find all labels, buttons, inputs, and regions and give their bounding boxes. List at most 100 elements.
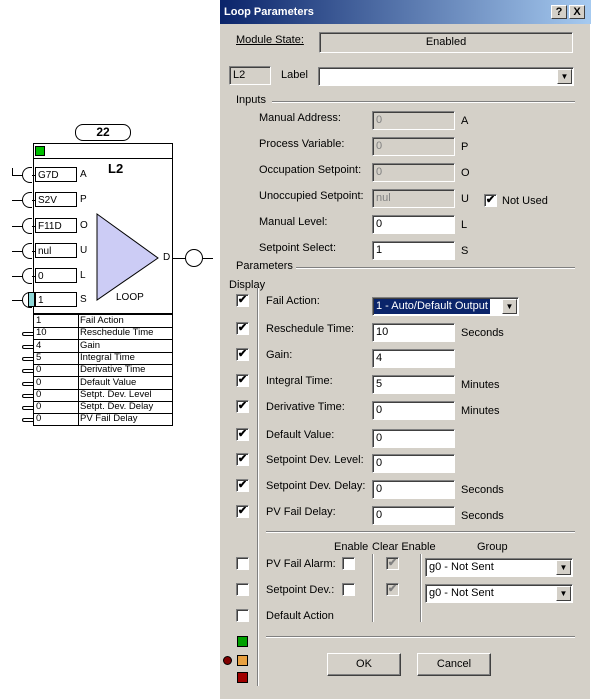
close-icon: X — [573, 6, 581, 18]
marker-dot-icon — [223, 656, 232, 665]
block-number-tag: 22 — [75, 124, 131, 141]
button-section-line — [266, 636, 575, 638]
param-list-value: 0 — [36, 388, 42, 400]
input-wire-cap — [22, 192, 32, 208]
block-type-label: LOOP — [116, 292, 144, 303]
input-label: Unoccupied Setpoint: — [259, 190, 364, 202]
param-list-row[interactable]: 0 Setpt. Dev. Delay — [33, 401, 172, 413]
block-number: 22 — [96, 125, 110, 139]
output-connector[interactable] — [185, 249, 203, 267]
check-icon: ✔ — [237, 322, 248, 334]
param-list-row[interactable]: 0 Derivative Time — [33, 364, 172, 376]
param-list-colsep — [78, 315, 79, 327]
alarm-display-checkbox[interactable] — [236, 557, 249, 570]
param-display-checkbox[interactable]: ✔ — [236, 322, 249, 335]
param-list-row[interactable]: 1 Fail Action — [33, 315, 172, 327]
inputs-group-line — [272, 101, 575, 103]
param-label: Integral Time: — [266, 375, 333, 387]
alarm-group-dropdown[interactable]: g0 - Not Sent ▼ — [425, 558, 573, 577]
display-label: Display — [229, 279, 266, 291]
param-field[interactable]: 0 — [372, 401, 455, 420]
param-list-row[interactable]: 0 Default Value — [33, 377, 172, 389]
input-field[interactable]: 1 — [372, 241, 455, 260]
param-list-row[interactable]: 4 Gain — [33, 340, 172, 352]
fail-action-display-checkbox[interactable]: ✔ — [236, 294, 249, 307]
fail-action-dropdown[interactable]: 1 - Auto/Default Output ▼ — [372, 297, 519, 316]
param-field[interactable]: 10 — [372, 323, 455, 342]
param-field[interactable]: 0 — [372, 454, 455, 473]
alarm-display-checkbox[interactable] — [236, 583, 249, 596]
param-list-colsep — [78, 327, 79, 340]
param-wire — [22, 356, 33, 361]
close-button[interactable]: X — [569, 5, 585, 19]
input-field[interactable]: 0 — [372, 215, 455, 234]
param-wire — [22, 369, 33, 374]
param-display-checkbox[interactable]: ✔ — [236, 453, 249, 466]
param-list-value: 5 — [36, 351, 42, 363]
loop-id-field: L2 — [229, 66, 271, 85]
param-field[interactable]: 0 — [372, 506, 455, 525]
param-unit: Seconds — [461, 510, 504, 522]
default-action-display-checkbox[interactable] — [236, 609, 249, 622]
param-list-colsep — [78, 339, 79, 352]
check-icon: ✔ — [387, 583, 398, 595]
green-status-icon[interactable] — [237, 636, 248, 647]
chevron-down-icon[interactable]: ▼ — [502, 299, 517, 314]
param-label: Setpoint Dev. Delay: — [266, 480, 366, 492]
dialog-titlebar[interactable]: Loop Parameters ? X — [220, 0, 591, 24]
input-wire-cap — [22, 268, 32, 284]
param-list-row[interactable]: 0 Setpt. Dev. Level — [33, 389, 172, 401]
param-list-row[interactable]: 5 Integral Time — [33, 352, 172, 364]
input-field: 0 — [372, 111, 455, 130]
param-label: Gain: — [266, 349, 293, 361]
param-display-checkbox[interactable]: ✔ — [236, 374, 249, 387]
alarm-group-value: g0 - Not Sent — [429, 587, 494, 599]
param-field[interactable]: 0 — [372, 480, 455, 499]
red-status-icon[interactable] — [237, 672, 248, 683]
alarm-section-line — [266, 531, 575, 533]
chevron-down-icon[interactable]: ▼ — [557, 69, 572, 84]
not-used-checkbox[interactable]: ✔ — [484, 194, 497, 207]
fail-action-label: Fail Action: — [266, 295, 320, 307]
param-display-checkbox[interactable]: ✔ — [236, 505, 249, 518]
cancel-button[interactable]: Cancel — [417, 653, 491, 676]
block-header — [33, 143, 173, 159]
module-state-label: Module State: — [236, 34, 304, 46]
param-display-checkbox[interactable]: ✔ — [236, 428, 249, 441]
param-field[interactable]: 0 — [372, 429, 455, 448]
loop-triangle-icon — [96, 213, 159, 301]
param-list-name: Setpt. Dev. Level — [80, 388, 152, 400]
param-list-row[interactable]: 10 Reschedule Time — [33, 327, 172, 339]
parameters-group-label: Parameters — [236, 260, 293, 272]
help-button[interactable]: ? — [551, 5, 567, 19]
param-display-checkbox[interactable]: ✔ — [236, 479, 249, 492]
block-label: L2 — [108, 161, 124, 176]
alarm-enable-checkbox[interactable] — [342, 583, 355, 596]
param-list-value: 10 — [36, 327, 47, 339]
alarm-group-dropdown[interactable]: g0 - Not Sent ▼ — [425, 584, 573, 603]
label-dropdown[interactable]: ▼ — [318, 67, 574, 86]
param-field[interactable]: 5 — [372, 375, 455, 394]
orange-status-icon[interactable] — [237, 655, 248, 666]
input-pin-value: nul — [35, 243, 77, 258]
chevron-down-icon[interactable]: ▼ — [556, 586, 571, 601]
param-list-row[interactable]: 0 PV Fail Delay — [33, 413, 172, 425]
param-display-checkbox[interactable]: ✔ — [236, 348, 249, 361]
check-icon: ✔ — [237, 348, 248, 360]
output-wire-tail — [203, 258, 213, 259]
alarm-enable-checkbox[interactable] — [342, 557, 355, 570]
param-field[interactable]: 4 — [372, 349, 455, 368]
param-list-value: 4 — [36, 339, 42, 351]
ok-button[interactable]: OK — [327, 653, 401, 676]
param-list-name: Default Value — [80, 376, 137, 388]
loop-block[interactable]: 22 L2 G7D A S2V P F11D Onul U 0 L 1 S LOOP D 1 Fail… — [0, 0, 215, 699]
input-pin-letter: P — [80, 194, 87, 205]
param-wire — [22, 393, 33, 398]
param-list-value: 0 — [36, 401, 42, 413]
param-list-sep — [33, 425, 173, 427]
input-unit: U — [461, 193, 469, 205]
chevron-down-icon[interactable]: ▼ — [556, 560, 571, 575]
input-unit: S — [461, 245, 469, 257]
param-display-checkbox[interactable]: ✔ — [236, 400, 249, 413]
check-icon: ✔ — [485, 194, 496, 206]
